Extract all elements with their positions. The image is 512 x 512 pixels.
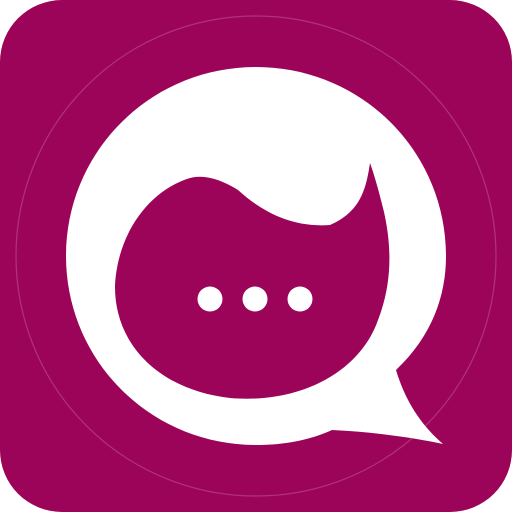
app-icon[interactable] bbox=[0, 0, 512, 512]
typing-dot-3 bbox=[287, 286, 313, 312]
typing-dot-1 bbox=[197, 286, 223, 312]
typing-dot-2 bbox=[242, 286, 268, 312]
chat-app-logo bbox=[0, 0, 512, 512]
